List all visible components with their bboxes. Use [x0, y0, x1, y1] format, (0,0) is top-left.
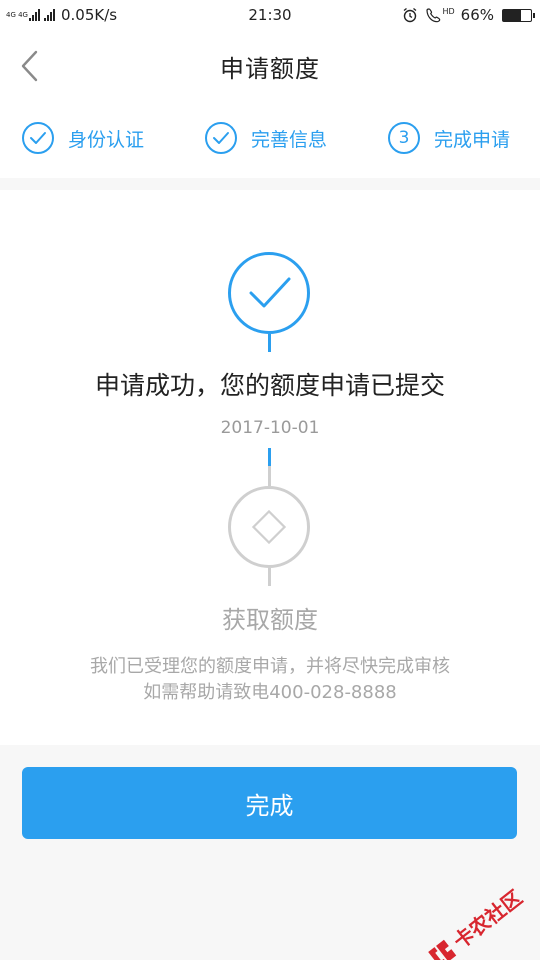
watermark: 卡农社区	[423, 882, 528, 960]
step-label: 身份认证	[68, 128, 145, 151]
battery-percent: 66%	[460, 6, 494, 24]
step-done-icon	[22, 122, 54, 154]
alarm-icon	[404, 7, 417, 23]
nav-bar: 申请额度	[0, 30, 540, 102]
page: 4G 4G 0.05K/s 21:30 HD 66% 申请额度 身份认证 完善信…	[0, 0, 540, 960]
pending-diamond-icon	[228, 486, 310, 568]
hd-label: HD	[442, 6, 455, 16]
step-label: 完成申请	[434, 128, 511, 151]
timeline-connector	[268, 448, 271, 466]
step-identity: 身份认证	[22, 122, 144, 154]
battery-icon	[502, 8, 535, 22]
step-info: 完善信息	[205, 122, 327, 154]
step-label: 完善信息	[251, 128, 328, 151]
success-check-icon	[228, 252, 310, 334]
step-complete: 3 完成申请	[388, 122, 510, 154]
phone-hd-icon	[426, 8, 441, 23]
battery-fill	[503, 9, 522, 21]
status-right: HD 66%	[402, 6, 535, 24]
done-button[interactable]: 完成	[22, 767, 517, 839]
step-progress: 身份认证 完善信息 3 完成申请	[0, 102, 540, 178]
status-bar: 4G 4G 0.05K/s 21:30 HD 66%	[0, 0, 540, 30]
pending-step-title: 获取额度	[222, 606, 318, 634]
step-done-icon	[205, 122, 237, 154]
result-card: 申请成功，您的额度申请已提交 2017-10-01 获取额度 我们已受理您的额度…	[0, 190, 540, 745]
description-line: 我们已受理您的额度申请，并将尽快完成审核	[90, 656, 450, 677]
step-number: 3	[388, 122, 420, 154]
timeline-connector	[268, 466, 271, 486]
submit-date: 2017-10-01	[220, 418, 320, 438]
timeline-connector	[268, 334, 271, 352]
help-phone-line: 如需帮助请致电400-028-8888	[143, 682, 397, 703]
success-headline: 申请成功，您的额度申请已提交	[94, 371, 445, 400]
timeline-connector	[268, 568, 271, 586]
page-title: 申请额度	[220, 54, 320, 83]
back-button[interactable]	[18, 50, 44, 82]
watermark-text: 卡农社区	[448, 885, 527, 954]
chevron-left-icon	[21, 50, 38, 82]
